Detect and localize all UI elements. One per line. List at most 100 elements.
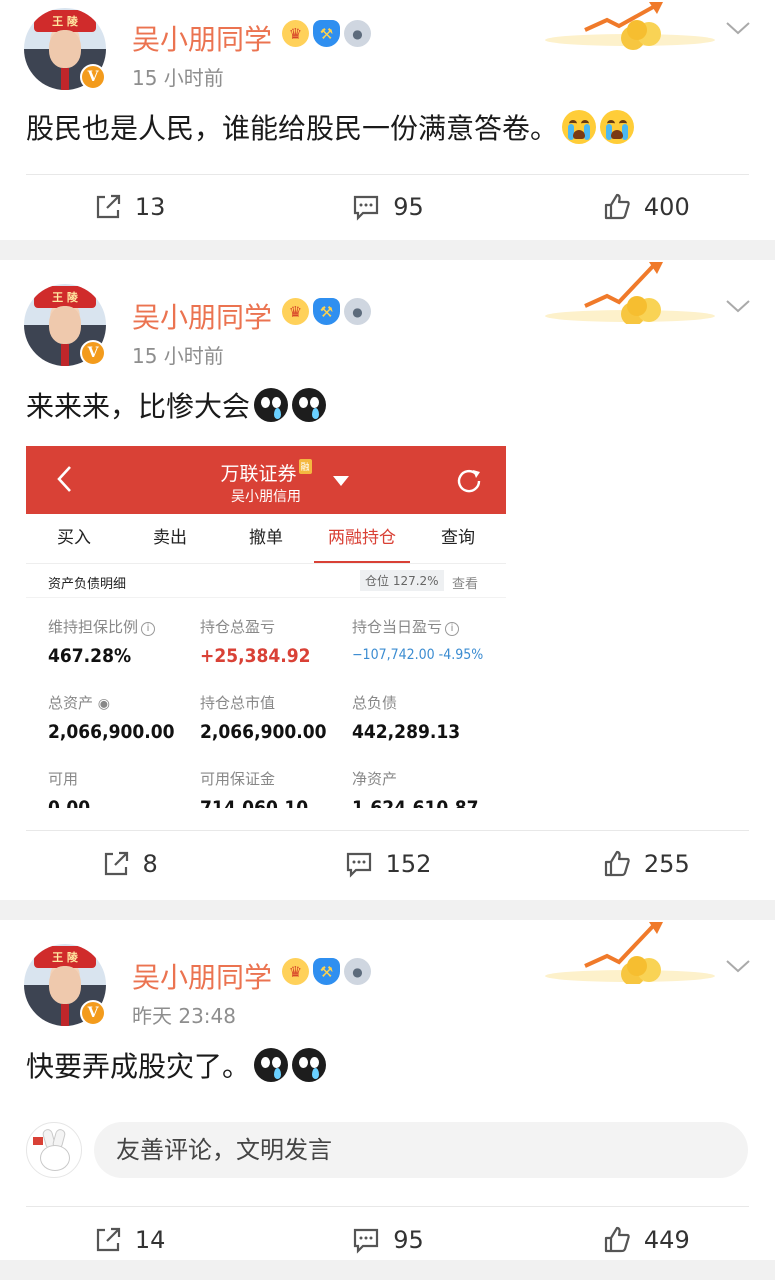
metric-value: +25,384.92 [200, 645, 311, 667]
repost-button[interactable]: 14 [0, 1225, 258, 1255]
eye-icon: ◉ [97, 696, 111, 712]
user-badges: ♛ ⚒ ● [282, 958, 371, 985]
tab-cancel: 撤单 [249, 528, 283, 548]
like-button[interactable]: 400 [517, 192, 775, 222]
shield-badge-icon: ⚒ [313, 298, 340, 325]
share-icon [104, 851, 128, 876]
verified-badge-icon: V [80, 340, 106, 366]
tab-query: 查询 [441, 528, 475, 548]
post-actions: 14 95 449 [0, 1207, 775, 1273]
like-button[interactable]: 255 [517, 849, 775, 879]
refresh-icon [457, 469, 481, 493]
user-name[interactable]: 吴小朋同学 [132, 18, 272, 58]
margin-tag: 融 [298, 459, 312, 474]
verified-badge-icon: V [80, 1000, 106, 1026]
crown-badge-icon: ♛ [282, 20, 309, 47]
post-actions: 8 152 255 [0, 831, 775, 897]
medal-badge-icon: ● [344, 958, 371, 985]
post[interactable]: 王 陵 V 吴小朋同学 ♛ ⚒ ● 昨天 23:48 快要弄成股灾了。 友善评论… [0, 920, 775, 1260]
hat-text: 王 陵 [52, 15, 78, 28]
comment-button[interactable]: 95 [258, 192, 516, 222]
user-badges: ♛ ⚒ ● [282, 20, 371, 47]
metric-value: 442,289.13 [352, 721, 461, 743]
feed-gap [0, 240, 775, 260]
post-actions: 13 95 400 [0, 175, 775, 239]
face [49, 966, 81, 1004]
metric-value: 467.28% [48, 645, 132, 667]
feed-gap [0, 900, 775, 920]
comment-count: 95 [393, 1226, 424, 1254]
post-header: 王 陵 V 吴小朋同学 ♛ ⚒ ● 昨天 23:48 [0, 920, 775, 1028]
share-icon [96, 194, 120, 219]
user-name[interactable]: 吴小朋同学 [132, 296, 272, 336]
comment-count: 95 [393, 193, 424, 221]
metric-total-liabilities: 总负债 442,289.13 [352, 692, 502, 743]
comment-input[interactable]: 友善评论，文明发言 [94, 1122, 748, 1178]
metric-daily-pnl: 持仓当日盈亏 i −107,742.00 -4.95% [352, 616, 506, 663]
metric-value: 2,066,900.00 [200, 721, 327, 743]
shield-badge-icon: ⚒ [313, 958, 340, 985]
like-button[interactable]: 449 [517, 1225, 775, 1255]
rising-chart-coins-icon [545, 262, 715, 324]
metric-total-assets: 总资产 ◉ 2,066,900.00 [48, 692, 198, 743]
metric-value: −107,742.00 -4.95% [352, 647, 484, 663]
share-icon [96, 1227, 120, 1252]
verified-badge-icon: V [80, 64, 106, 90]
my-avatar[interactable] [26, 1122, 82, 1178]
post[interactable]: 王 陵 V 吴小朋同学 ♛ ⚒ ● 15 小时前 来来来，比惨大会 万联证券 融… [0, 260, 775, 900]
like-count: 255 [643, 850, 690, 878]
crying-emoji-icon [600, 110, 635, 144]
metric-value: 0.00 [48, 797, 91, 808]
section-label: 资产负债明细 [48, 577, 127, 592]
comment-button[interactable]: 95 [258, 1225, 516, 1255]
comment-icon [354, 1228, 379, 1254]
asset-liability-section: 资产负债明细 仓位 127.2% 查看 [26, 564, 506, 598]
metric-total-pnl: 持仓总盈亏 +25,384.92 [200, 616, 350, 667]
post-header: 王 陵 V 吴小朋同学 ♛ ⚒ ● 15 小时前 [0, 260, 775, 368]
thumbs-up-icon [604, 1226, 630, 1253]
metric-available-margin: 可用保证金 714,060.10 [200, 768, 350, 808]
black-crying-emoji-icon [254, 388, 289, 422]
repost-count: 14 [134, 1226, 166, 1254]
face [49, 306, 81, 344]
chevron-down-icon[interactable] [725, 956, 751, 976]
repost-count: 13 [134, 193, 166, 221]
red-hat: 王 陵 [34, 946, 96, 968]
comment-icon [346, 852, 371, 878]
user-name[interactable]: 吴小朋同学 [132, 956, 272, 996]
metric-maintenance-ratio: 维持担保比例 i 467.28% [48, 616, 198, 667]
comment-compose-row: 友善评论，文明发言 [0, 1096, 775, 1184]
metric-net-assets: 净资产 1,624,610.87 [352, 768, 502, 808]
post-text: 股民也是人民，谁能给股民一份满意答卷。 [0, 100, 775, 158]
post[interactable]: 王 陵 V 吴小朋同学 ♛ ⚒ ● 15 小时前 股民也是人民，谁能给股民一份满… [0, 0, 775, 240]
account-metrics: 维持担保比例 i 467.28% 持仓总盈亏 +25,384.92 持仓当日盈亏 i… [26, 598, 506, 808]
black-crying-emoji-icon [254, 1048, 289, 1082]
account-name: 吴小朋信用 [231, 489, 301, 505]
tie [61, 344, 69, 366]
shield-badge-icon: ⚒ [313, 20, 340, 47]
post-text-content: 来来来，比惨大会 [26, 390, 251, 423]
repost-button[interactable]: 8 [0, 849, 258, 879]
hat-text: 王 陵 [52, 291, 78, 304]
repost-button[interactable]: 13 [0, 192, 258, 222]
comment-icon [354, 195, 379, 221]
info-icon: i [141, 622, 156, 636]
brokerage-tabs: 买入 卖出 撤单 两融持仓 查询 [26, 514, 506, 564]
hat-text: 王 陵 [52, 951, 78, 964]
chevron-down-icon[interactable] [725, 18, 751, 38]
red-hat: 王 陵 [34, 10, 96, 32]
tie [61, 1004, 69, 1026]
crown-badge-icon: ♛ [282, 298, 309, 325]
brokerage-title: 万联证券融 [26, 459, 506, 486]
rising-chart-coins-icon [545, 2, 715, 50]
metric-value: 714,060.10 [200, 797, 309, 808]
like-count: 449 [643, 1226, 690, 1254]
comment-button[interactable]: 152 [258, 849, 516, 879]
comment-count: 152 [385, 850, 432, 878]
tab-sell: 卖出 [153, 528, 187, 548]
metric-market-value: 持仓总市值 2,066,900.00 [200, 692, 350, 743]
account-screenshot[interactable]: 万联证券融 吴小朋信用 买入 卖出 撤单 两融持仓 查询 资产负债明细 仓位 1… [26, 446, 506, 808]
weibo-feed: 王 陵 V 吴小朋同学 ♛ ⚒ ● 15 小时前 股民也是人民，谁能给股民一份满… [0, 0, 775, 1260]
chevron-down-icon[interactable] [725, 296, 751, 316]
thumbs-up-icon [604, 193, 630, 220]
